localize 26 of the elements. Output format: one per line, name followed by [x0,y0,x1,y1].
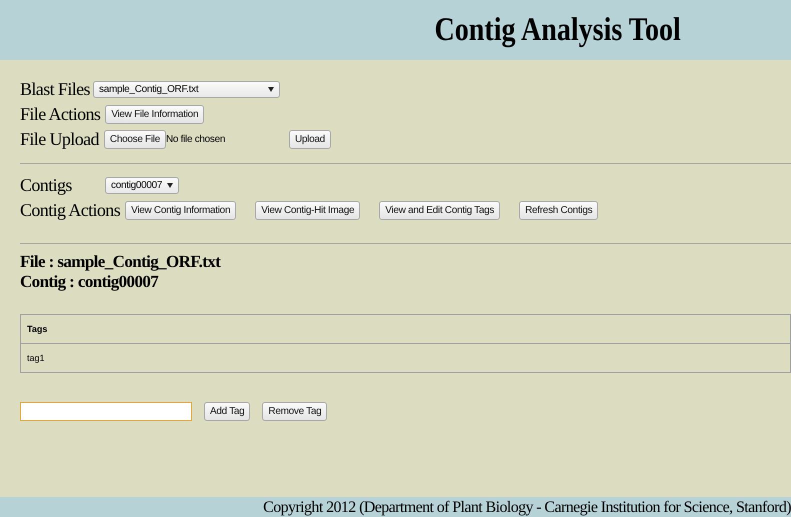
contig-info-text: Contig : contig00007 [20,272,160,292]
file-info-text: File : sample_Contig_ORF.txt [20,252,222,272]
field-label: Blast Files [20,78,88,100]
file-select[interactable]: sample_Contig_ORF.txt [93,80,280,98]
table-header-cell: Tags [20,314,790,344]
add-tag-button[interactable]: Add Tag [204,402,250,420]
file-status-text: No file chosen [166,134,226,144]
field-label: File Upload [20,128,99,150]
remove-tag-button[interactable]: Remove Tag [262,402,328,420]
contig-action-button[interactable]: View Contig Information [125,200,236,220]
contig-select[interactable]: contig00007 [105,176,180,194]
view-file-button[interactable]: View File Information [105,104,204,124]
upload-button[interactable]: Upload [288,130,331,148]
field-label: Contigs [20,174,73,196]
field-label: File Actions [20,104,100,124]
contig-action-button[interactable]: View and Edit Contig Tags [379,200,500,220]
choose-file-button[interactable]: Choose File [104,130,166,148]
contig-action-button[interactable]: Refresh Contigs [519,200,598,220]
contig-action-button[interactable]: View Contig-Hit Image [255,200,360,220]
field-label: Contig Actions [20,200,120,220]
table-cell: tag1 [20,344,790,372]
caret-icon [268,86,274,92]
page-title: Contig Analysis Tool [434,12,681,48]
copyright-text: Copyright 2012 (Department of Plant Biology - Carnegie Institution for Science, Stanford) [263,498,791,517]
caret-icon [167,182,174,188]
tag-input-field[interactable] [20,402,192,420]
